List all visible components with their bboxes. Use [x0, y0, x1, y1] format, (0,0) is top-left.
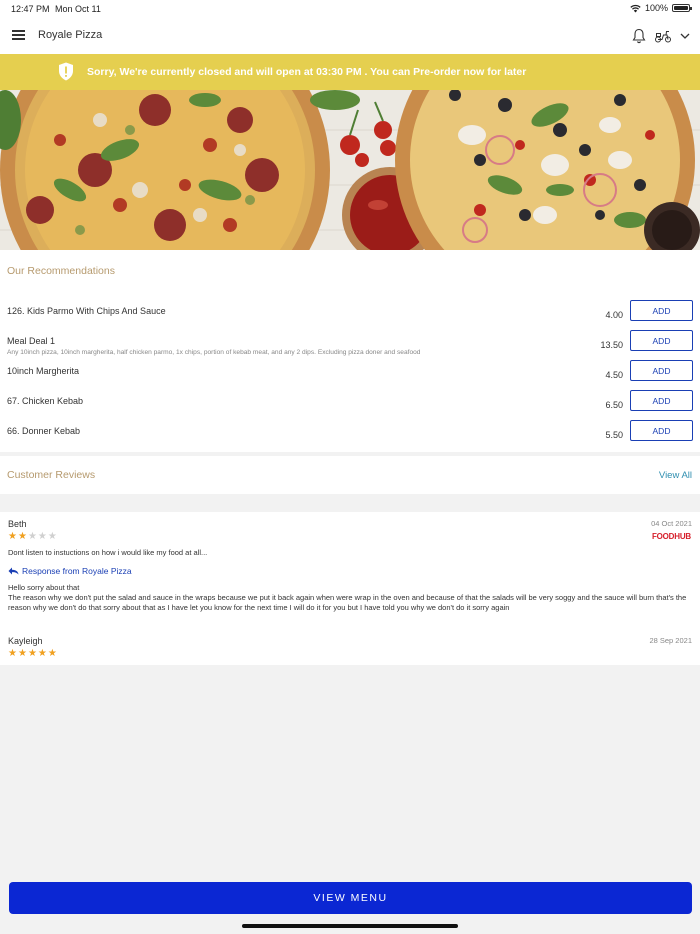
star-icon: ★	[27, 648, 37, 659]
battery-percent: 100%	[644, 3, 668, 13]
review-date: 28 Sep 2021	[649, 636, 692, 645]
response-toggle[interactable]: Response from Royale Pizza	[8, 566, 132, 576]
menu-item-name: 126. Kids Parmo With Chips And Sauce	[7, 306, 166, 316]
status-date: Mon Oct 11	[55, 4, 101, 14]
recommendations-title: Our Recommendations	[7, 265, 115, 277]
view-menu-button[interactable]: VIEW MENU	[9, 882, 692, 914]
menu-item: 66. Donner Kebab 5.50 ADD	[0, 420, 700, 456]
reviews-title: Customer Reviews	[7, 469, 96, 481]
home-indicator	[242, 924, 458, 928]
star-rating: ★ ★ ★ ★ ★	[8, 532, 57, 542]
reviews-header: Customer Reviews View All	[0, 456, 700, 494]
menu-item-price: 13.50	[600, 340, 623, 350]
menu-item-price: 4.50	[605, 370, 623, 380]
reviewer-name: Kayleigh	[8, 636, 43, 646]
view-all-link[interactable]: View All	[659, 470, 692, 481]
star-icon: ★	[27, 531, 37, 542]
menu-item-price: 6.50	[605, 400, 623, 410]
menu-item: Meal Deal 1 Any 10inch pizza, 10inch mar…	[0, 330, 700, 366]
add-button[interactable]: ADD	[630, 390, 693, 411]
menu-item: 10inch Margherita 4.50 ADD	[0, 360, 700, 396]
shield-alert-icon	[59, 62, 73, 81]
menu-item-name: 66. Donner Kebab	[7, 426, 81, 436]
reply-icon	[8, 567, 19, 575]
foodhub-logo: FOODHUB	[651, 532, 691, 541]
menu-item: 67. Chicken Kebab 6.50 ADD	[0, 390, 700, 426]
reviews-list: Beth 04 Oct 2021 ★ ★ ★ ★ ★ FOODHUB Dont …	[0, 512, 700, 665]
star-icon: ★	[47, 531, 57, 542]
menu-item-name: Meal Deal 1	[7, 336, 56, 346]
star-rating: ★ ★ ★ ★ ★	[8, 649, 57, 659]
closed-message: Sorry, We're currently closed and will o…	[87, 66, 527, 78]
menu-item: 126. Kids Parmo With Chips And Sauce 4.0…	[0, 300, 700, 336]
status-time: 12:47 PM	[11, 4, 50, 14]
add-button[interactable]: ADD	[630, 360, 693, 381]
reviewer-name: Beth	[8, 519, 27, 529]
star-icon: ★	[17, 648, 27, 659]
hero-pizza-image	[0, 90, 700, 250]
add-button[interactable]: ADD	[630, 420, 693, 441]
star-icon: ★	[8, 648, 17, 659]
status-bar: 12:47 PM Mon Oct 11 100%	[0, 0, 700, 18]
chevron-down-icon[interactable]	[679, 30, 691, 42]
status-indicators: 100%	[630, 3, 692, 13]
star-icon: ★	[37, 648, 47, 659]
restaurant-title: Royale Pizza	[38, 29, 103, 41]
response-text: Hello sorry about that The reason why we…	[8, 583, 687, 612]
nav-bar: Royale Pizza	[0, 18, 700, 54]
menu-item-name: 67. Chicken Kebab	[7, 396, 84, 406]
menu-item-name: 10inch Margherita	[7, 366, 80, 376]
menu-item-description: Any 10inch pizza, 10inch margherita, hal…	[7, 349, 421, 356]
menu-icon[interactable]	[12, 30, 25, 40]
response-label: Response from Royale Pizza	[22, 566, 132, 576]
star-icon: ★	[17, 531, 27, 542]
add-button[interactable]: ADD	[630, 300, 693, 321]
star-icon: ★	[47, 648, 57, 659]
review-text: Dont listen to instuctions on how i woul…	[8, 548, 208, 557]
menu-item-price: 4.00	[605, 310, 623, 320]
wifi-icon	[630, 4, 641, 12]
recommendations-section: Our Recommendations 126. Kids Parmo With…	[0, 250, 700, 452]
closed-banner: Sorry, We're currently closed and will o…	[0, 54, 700, 90]
scooter-icon[interactable]	[654, 29, 672, 43]
star-icon: ★	[37, 531, 47, 542]
add-button[interactable]: ADD	[630, 330, 693, 351]
menu-item-price: 5.50	[605, 430, 623, 440]
star-icon: ★	[8, 531, 17, 542]
review-date: 04 Oct 2021	[651, 519, 692, 528]
bell-icon[interactable]	[632, 28, 646, 44]
battery-icon	[672, 4, 692, 12]
